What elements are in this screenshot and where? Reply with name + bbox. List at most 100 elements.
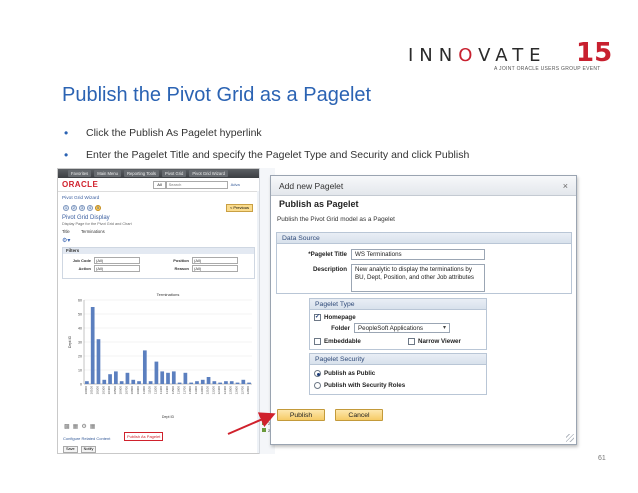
wizard-steps: 1 2 3 4 5 < Previous [63,204,259,212]
description-textarea[interactable]: New analytic to display the terminations… [351,264,485,292]
publish-public-row: Publish as Public [314,370,375,377]
previous-button[interactable]: < Previous [225,204,253,212]
advanced-search-link[interactable]: Adva [231,182,240,187]
y-tick-label: 10 [78,368,82,372]
x-tick-label: 11200 [153,386,157,394]
configure-related-content-link[interactable]: Configure Related Content [63,436,110,441]
x-tick-label: 10800 [130,386,134,395]
publish-roles-radio[interactable] [314,382,321,389]
folder-select[interactable]: PeopleSoft Applications [354,323,450,333]
x-tick-label: 10700 [124,386,128,395]
chart-options-icon[interactable]: ▦ [90,423,96,430]
x-tick-label: 11500 [171,386,175,394]
notify-button[interactable]: Notify [80,446,97,453]
filter-label: Action [78,266,91,271]
filter-job-code: Job Code (All) [65,257,140,264]
cancel-button[interactable]: Cancel [335,409,383,421]
wizard-step-1[interactable]: 1 [63,205,69,211]
chart-bar [171,371,176,384]
options-gear-icon[interactable]: ⚙▾ [62,237,259,244]
nav-main-menu[interactable]: Main Menu [94,170,121,177]
grid-title-row: Title Terminations [62,229,259,234]
pagelet-title-input[interactable]: WS Terminations [351,249,485,260]
x-tick-label: 11900 [194,386,198,394]
narrow-viewer-checkbox[interactable] [408,338,415,345]
search-scope-select[interactable]: All [153,180,166,189]
x-tick-label: 11700 [182,386,186,394]
chart-bar [125,372,130,384]
x-tick-label: 12400 [223,386,227,395]
nav-pivot-grid[interactable]: Pivot Grid [161,170,187,177]
chart-bar [166,372,170,384]
chart-bar [195,381,199,384]
homepage-checkbox[interactable]: ✓ [314,314,321,321]
x-tick-label: 12300 [217,386,221,395]
x-tick-label: 11800 [188,386,192,394]
y-tick-label: 50 [78,312,82,316]
chart-bar [160,371,165,384]
filters-panel: Filters Job Code (All) Action (All) Posi… [62,247,255,279]
save-button[interactable]: Save [63,446,78,453]
nav-reporting-tools[interactable]: Reporting Tools [123,170,159,177]
pagelet-type-section: Pagelet Type ✓ Homepage Folder PeopleSof… [309,298,487,350]
chart-bar [247,382,251,384]
description-label: Description [312,266,347,273]
grid-icon[interactable]: ▦ [73,423,79,430]
chart-bar [154,361,159,384]
dialog-title: Add new Pagelet [279,180,344,191]
publish-public-radio[interactable] [314,370,321,377]
embeddable-checkbox-row: Embeddable [314,338,361,345]
embeddable-checkbox[interactable] [314,338,321,345]
nav-pivot-grid-wizard[interactable]: Pivot Grid Wizard [189,170,228,177]
close-icon[interactable]: × [563,181,568,191]
chart-svg: Terminations 0 10 20 30 40 50 60 10000 10100 10200… [68,292,252,419]
x-tick-label: 11100 [148,386,152,394]
search-input[interactable]: Search [165,180,228,189]
filter-select[interactable]: (All) [94,257,140,264]
x-tick-label: 10300 [101,386,105,395]
filter-select[interactable]: (All) [94,265,140,272]
publish-button[interactable]: Publish [277,409,325,421]
wizard-title: Pivot Grid Wizard [62,196,100,201]
pagelet-title-label: *Pagelet Title [308,251,347,258]
wizard-step-5[interactable]: 5 [95,205,101,211]
filters-header[interactable]: Filters [63,248,254,254]
pagelet-security-header: Pagelet Security [310,354,486,365]
x-tick-label: 10200 [95,386,99,395]
chart-title: Terminations [157,292,180,297]
resize-grip-icon[interactable] [566,434,574,442]
chart-bar [102,379,107,384]
y-tick-label: 20 [78,354,82,358]
wizard-step-4[interactable]: 4 [87,205,93,211]
filter-select[interactable]: (All) [192,257,238,264]
chart-bar [96,339,101,384]
filter-label: Job Code [72,258,91,263]
innovate-logo: INNOVATE 15 A JOINT ORACLE USERS GROUP E… [408,38,613,76]
wizard-step-3[interactable]: 3 [79,205,85,211]
nav-favorites[interactable]: Favorites [68,170,92,177]
dialog-description: Publish the Pivot Grid model as a Pagele… [277,216,395,223]
pivot-grid-display-title: Pivot Grid Display [62,215,110,221]
x-tick-label: 12200 [211,386,215,395]
y-tick-label: 60 [78,298,82,302]
pagelet-security-section: Pagelet Security Publish as Public Publi… [309,353,487,395]
y-axis-label: Dept ID [68,336,72,349]
chart-bar [183,372,188,384]
dialog-header[interactable]: Add new Pagelet × [271,176,576,196]
publish-as-pagelet-link[interactable]: Publish As Pagelet [124,432,164,441]
filter-position: Position (All) [163,257,238,264]
x-tick-label: 11000 [142,386,146,394]
chart-bar [200,379,205,384]
bullet-list: Click the Publish As Pagelet hyperlink E… [64,126,469,171]
wizard-step-2[interactable]: 2 [71,205,77,211]
bar-chart-icon[interactable]: ▩ [64,423,70,430]
x-tick-label: 12500 [229,386,233,395]
filter-select[interactable]: (All) [192,265,238,272]
y-tick-label: 40 [78,326,82,330]
chart-bar [114,371,118,384]
logo-number: 15 [576,38,613,68]
chart-bar [90,307,95,384]
publish-public-label: Publish as Public [324,370,376,377]
gear-icon[interactable]: ⚙ [81,423,86,430]
embeddable-label: Embeddable [324,338,361,345]
